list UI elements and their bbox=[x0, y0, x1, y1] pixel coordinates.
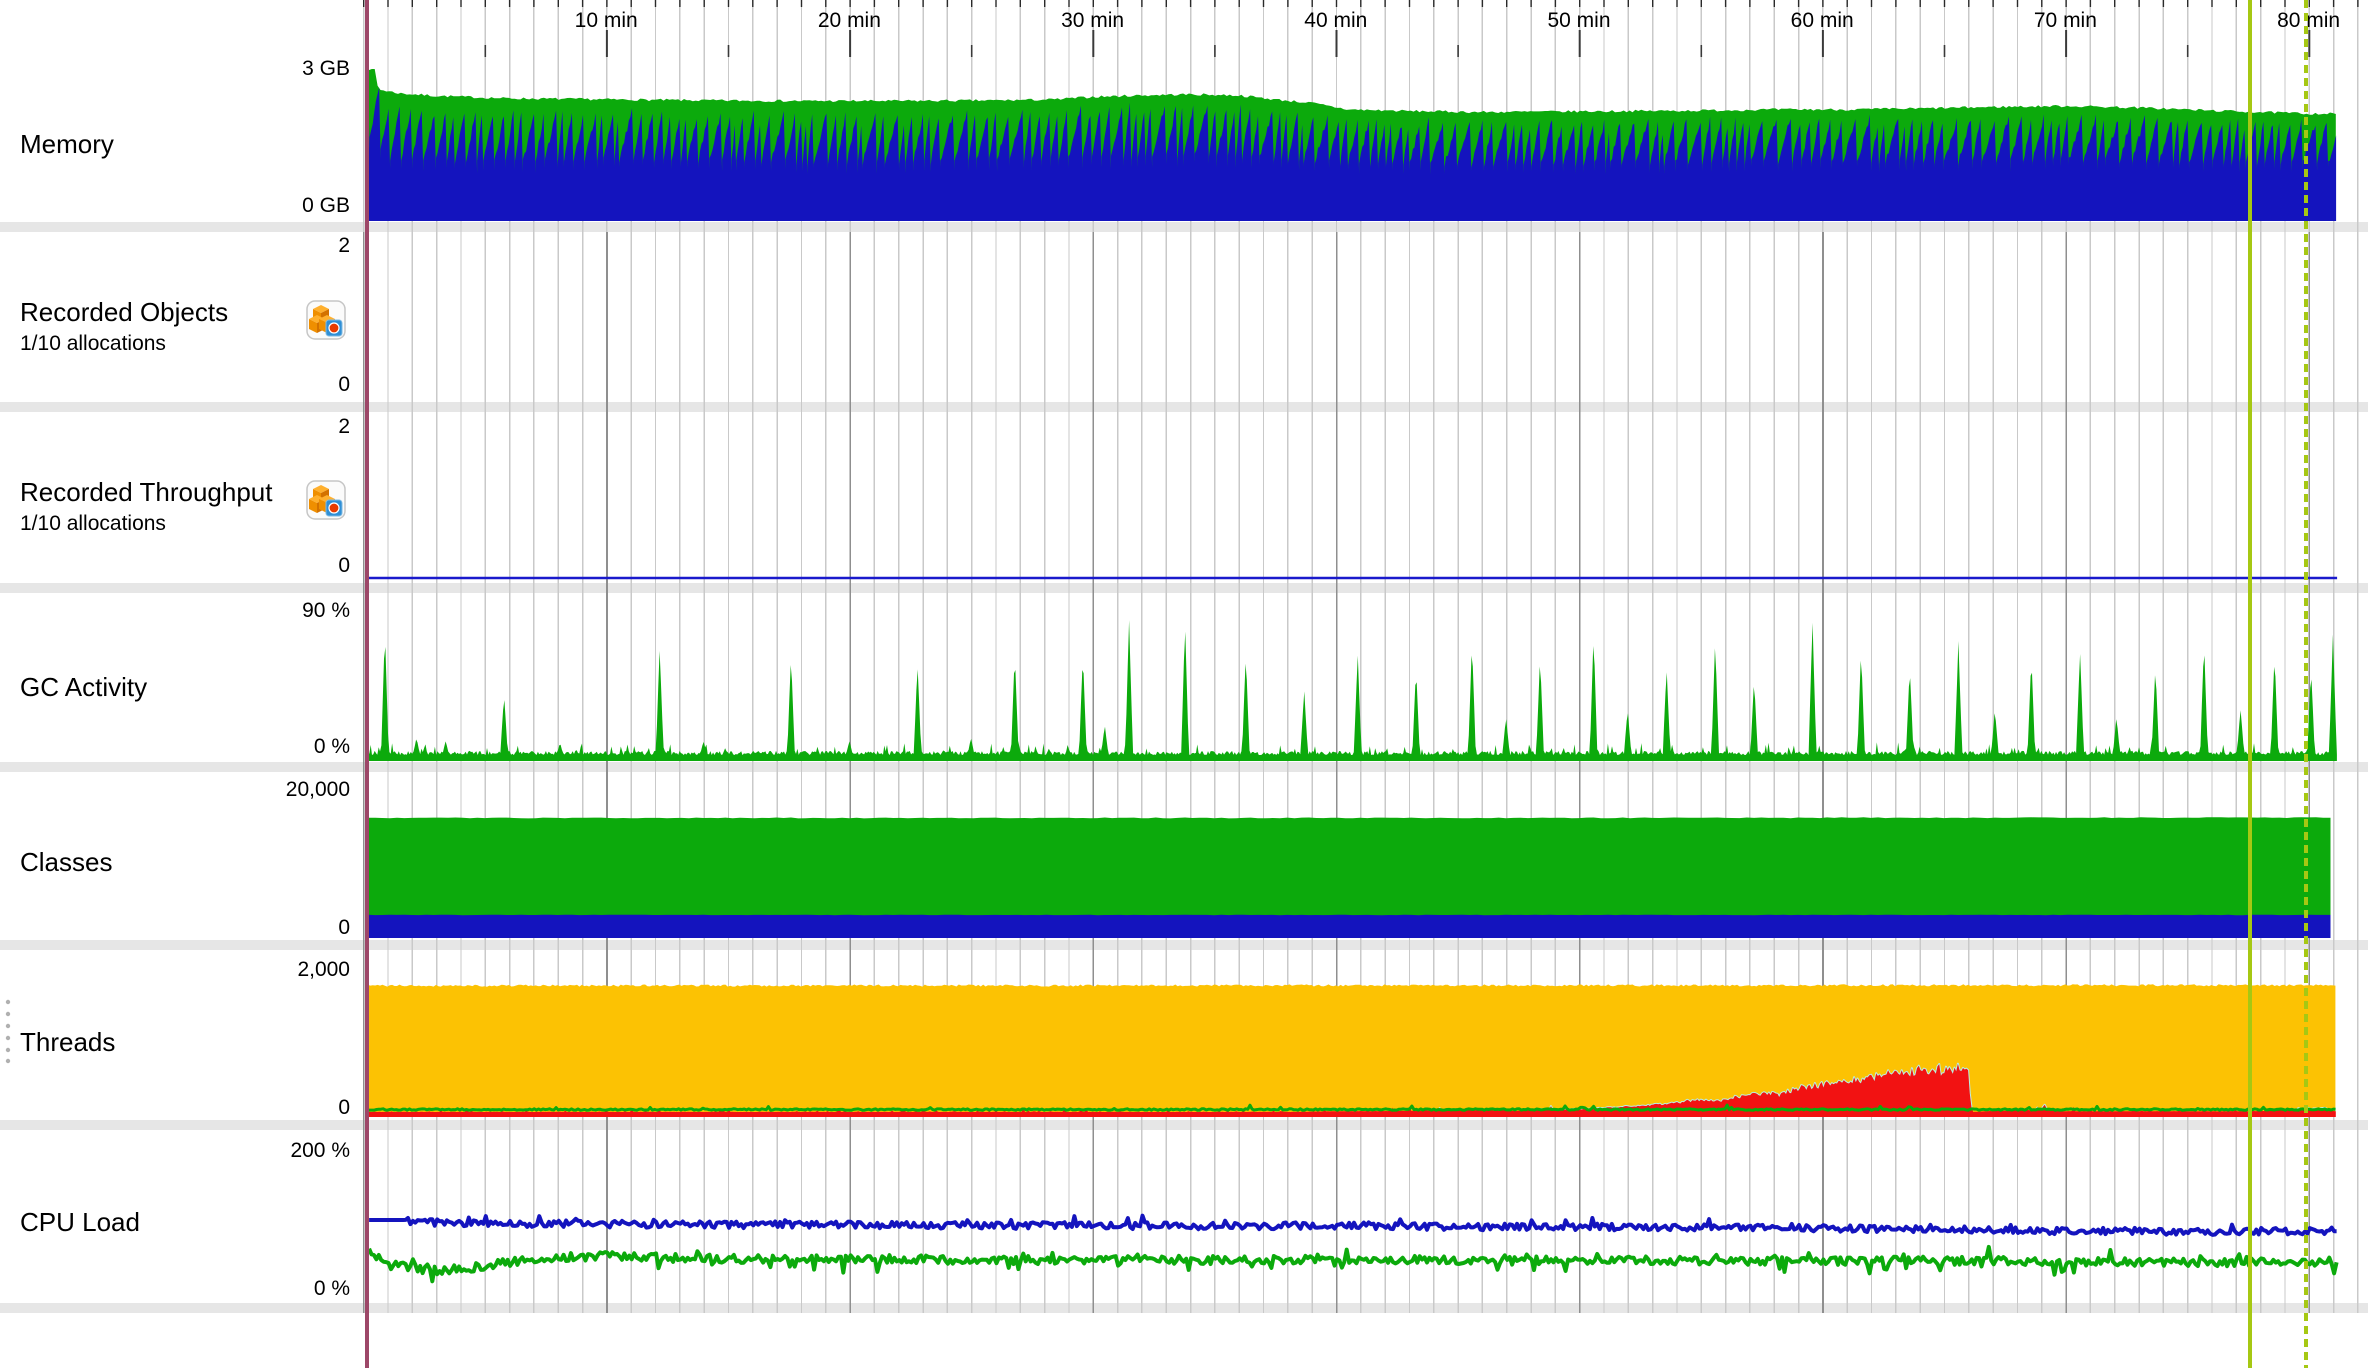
time-axis-label: 50 min bbox=[1509, 8, 1649, 34]
row-separator bbox=[0, 402, 2368, 412]
time-axis-label: 30 min bbox=[1023, 8, 1163, 34]
allocation-recording-icon[interactable] bbox=[306, 300, 346, 340]
memory-axis-max: 3 GB bbox=[0, 56, 350, 82]
time-axis-label: 70 min bbox=[1995, 8, 2135, 34]
row-title-cpu-load: CPU Load bbox=[20, 1206, 140, 1238]
row-separator bbox=[0, 762, 2368, 772]
row-title-recorded-objects: Recorded Objects bbox=[20, 296, 228, 328]
row-title-memory: Memory bbox=[20, 128, 114, 160]
row-title-threads: Threads bbox=[20, 1026, 115, 1058]
classes-axis-max: 20,000 bbox=[0, 777, 350, 803]
recorded-throughput-axis-min: 0 bbox=[0, 553, 350, 579]
row-title-classes: Classes bbox=[20, 846, 112, 878]
cpu-load-chart[interactable] bbox=[363, 1130, 2368, 1303]
row-title-recorded-throughput: Recorded Throughput bbox=[20, 476, 272, 508]
row-subtitle-recorded-throughput: 1/10 allocations bbox=[20, 511, 166, 537]
classes-chart[interactable] bbox=[363, 772, 2368, 940]
recorded-objects-axis-max: 2 bbox=[0, 233, 350, 259]
memory-axis-min: 0 GB bbox=[0, 193, 350, 219]
gc-activity-chart[interactable] bbox=[363, 593, 2368, 762]
row-drag-handle[interactable] bbox=[3, 998, 13, 1064]
time-axis-label: 20 min bbox=[779, 8, 919, 34]
gc-activity-axis-min: 0 % bbox=[0, 734, 350, 760]
recorded-throughput-chart[interactable] bbox=[363, 412, 2368, 583]
row-title-gc-activity: GC Activity bbox=[20, 671, 147, 703]
threads-chart[interactable] bbox=[363, 950, 2368, 1120]
threads-axis-min: 0 bbox=[0, 1095, 350, 1121]
recorded-objects-chart[interactable] bbox=[363, 232, 2368, 402]
classes-axis-min: 0 bbox=[0, 915, 350, 941]
telemetry-view: Memory 3 GB 0 GB Recorded Objects 1/10 a… bbox=[0, 0, 2368, 1368]
gc-activity-axis-max: 90 % bbox=[0, 598, 350, 624]
recorded-throughput-axis-max: 2 bbox=[0, 414, 350, 440]
row-separator bbox=[0, 1303, 2368, 1313]
time-axis-label: 10 min bbox=[536, 8, 676, 34]
threads-axis-max: 2,000 bbox=[0, 957, 350, 983]
recording-start-marker bbox=[365, 0, 369, 1368]
cpu-load-axis-min: 0 % bbox=[0, 1276, 350, 1302]
selection-start-marker bbox=[2248, 0, 2252, 1368]
row-subtitle-recorded-objects: 1/10 allocations bbox=[20, 331, 166, 357]
row-separator bbox=[0, 1120, 2368, 1130]
recorded-objects-axis-min: 0 bbox=[0, 372, 350, 398]
time-axis-label: 40 min bbox=[1266, 8, 1406, 34]
row-separator bbox=[0, 940, 2368, 950]
allocation-recording-icon[interactable] bbox=[306, 480, 346, 520]
cpu-load-axis-max: 200 % bbox=[0, 1138, 350, 1164]
row-separator bbox=[0, 583, 2368, 593]
current-time-marker bbox=[2304, 0, 2308, 1368]
time-axis-label: 60 min bbox=[1752, 8, 1892, 34]
row-separator bbox=[0, 222, 2368, 232]
